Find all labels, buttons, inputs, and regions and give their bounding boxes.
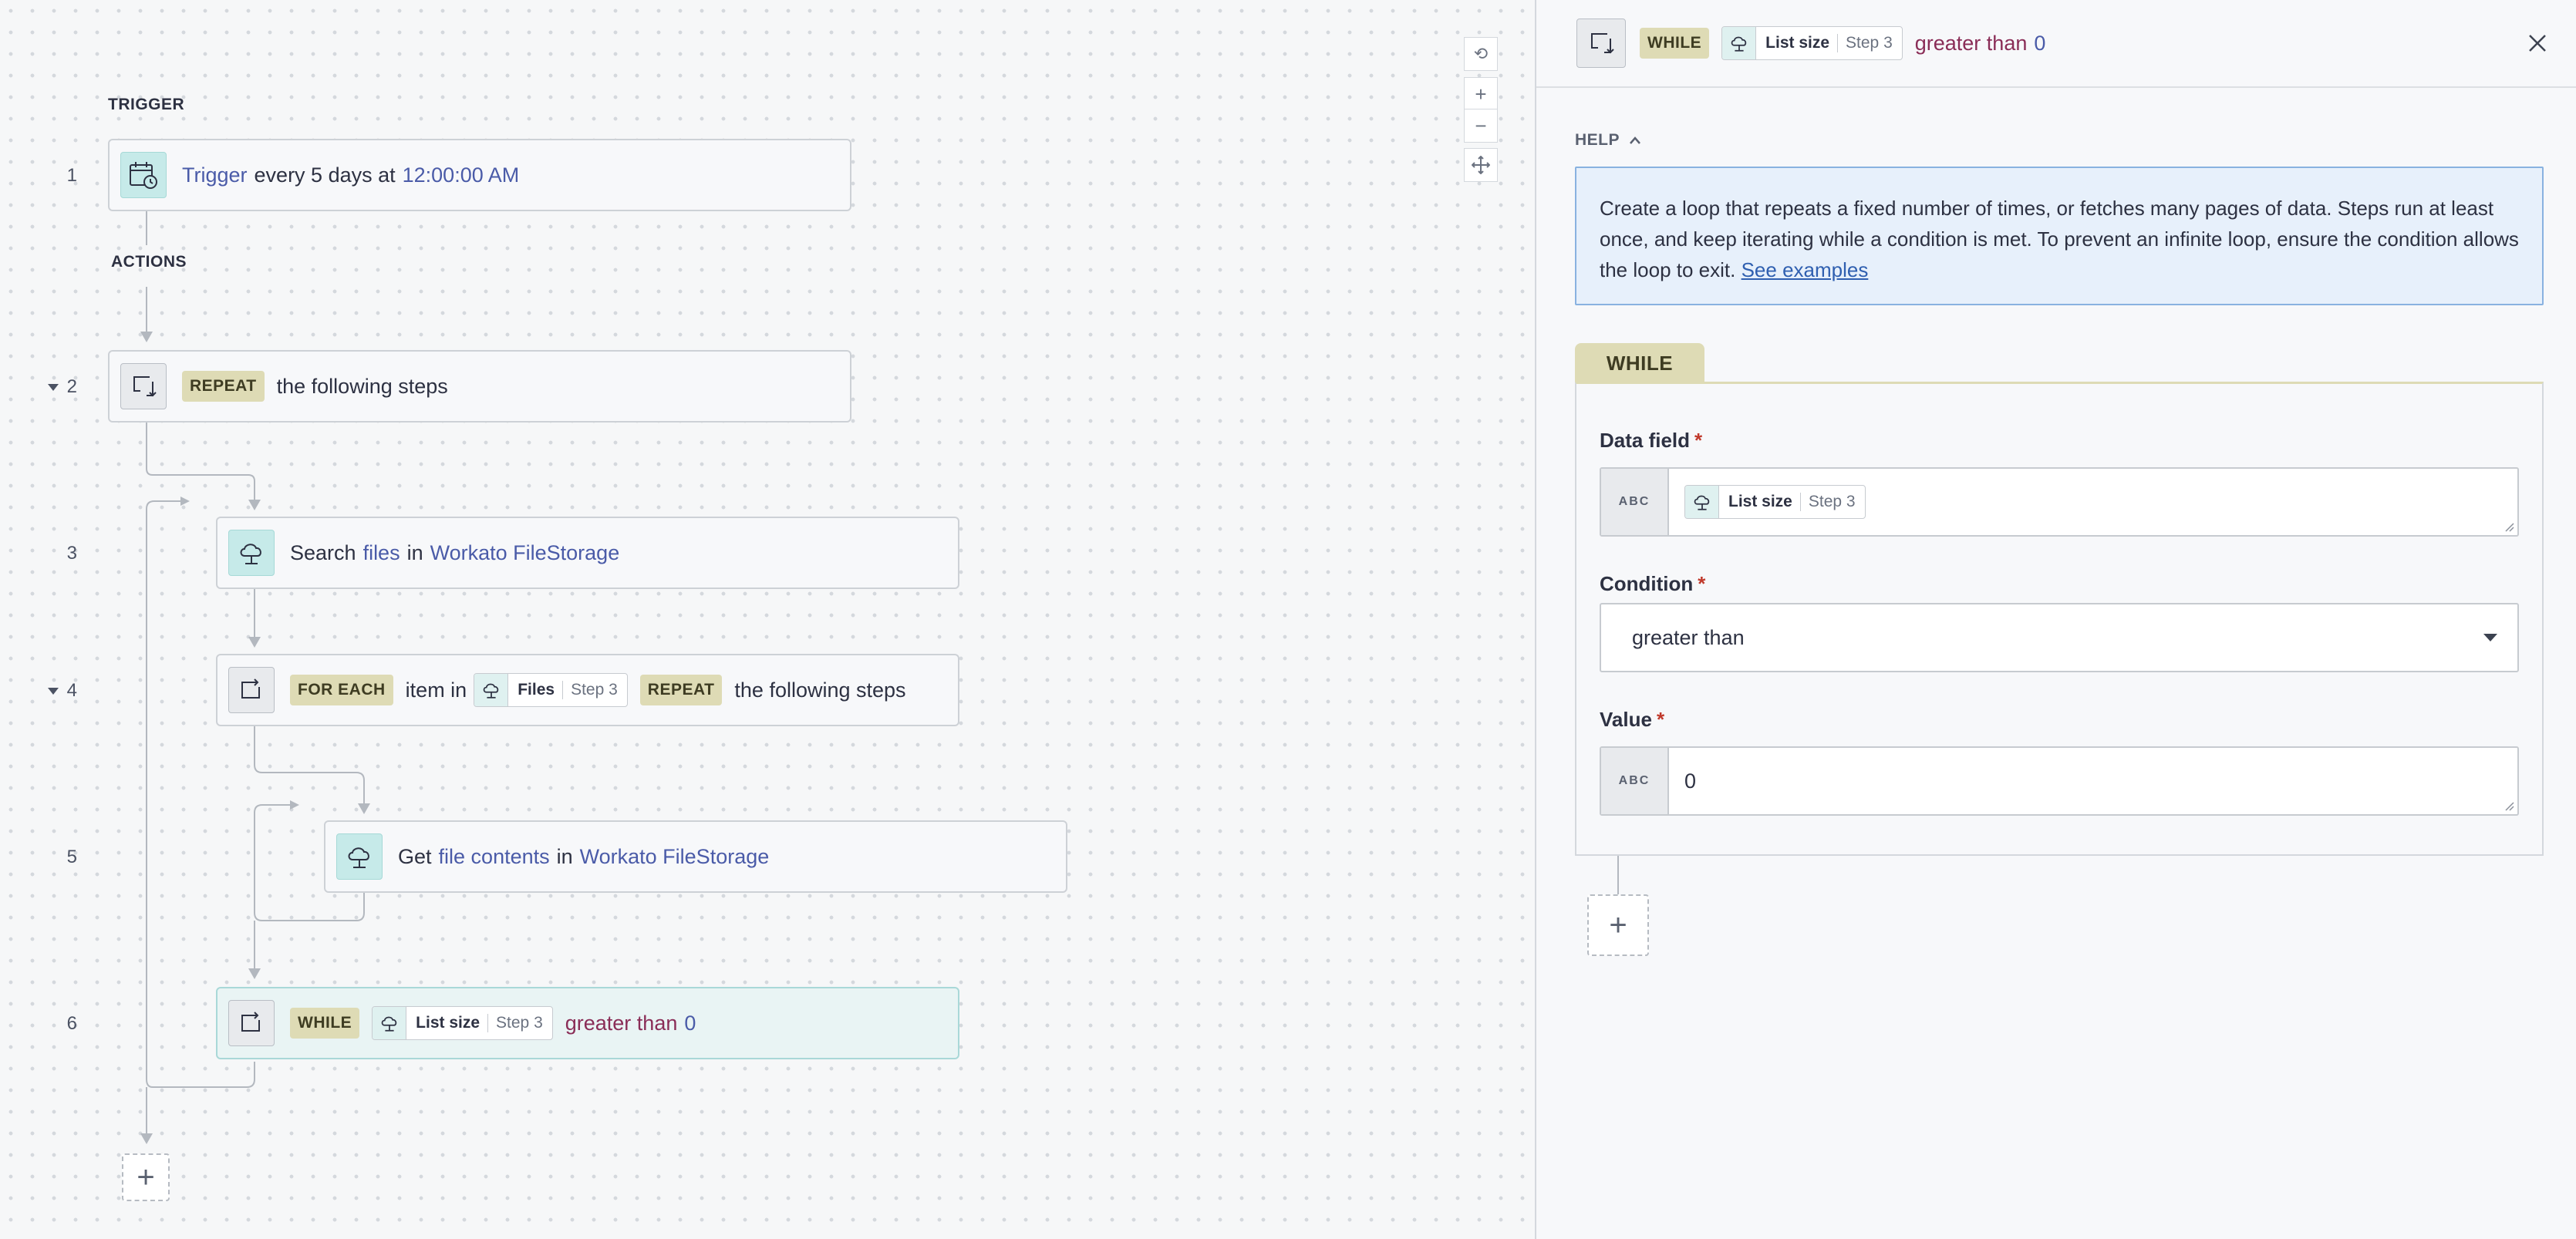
- step-repeat[interactable]: REPEAT the following steps: [108, 350, 851, 423]
- get-object-link[interactable]: file contents: [439, 845, 550, 869]
- line-number: 1: [66, 165, 77, 186]
- condition-selected-value: greater than: [1632, 625, 1745, 649]
- close-icon[interactable]: [2520, 26, 2554, 60]
- condition-label-text: Condition: [1600, 572, 1694, 595]
- help-label: HELP: [1575, 131, 1620, 149]
- data-field-datapill[interactable]: List size Step 3: [1684, 485, 1866, 519]
- line-number: 5: [66, 847, 77, 867]
- for-each-repeat-text: the following steps: [734, 678, 906, 702]
- panel-connector: [1617, 856, 1619, 896]
- type-badge: ABC: [1601, 469, 1669, 535]
- value-input-text: 0: [1684, 769, 1697, 793]
- while-tab: WHILE: [1575, 343, 1704, 383]
- loop-icon: [120, 363, 167, 409]
- chevron-down-icon: [2483, 634, 2497, 641]
- cloud-storage-icon: [474, 674, 509, 706]
- search-prep: in: [406, 540, 423, 564]
- reset-icon[interactable]: ⟲: [1464, 37, 1498, 71]
- loop-icon: [1576, 19, 1626, 68]
- loop-icon: [228, 667, 275, 713]
- calendar-clock-icon: [120, 152, 167, 198]
- line-number: 2: [66, 376, 77, 397]
- datapill-name: List size: [1728, 493, 1792, 510]
- required-marker: *: [1698, 572, 1706, 595]
- loop-icon: [228, 1000, 275, 1046]
- while-value: 0: [684, 1011, 696, 1035]
- cloud-storage-icon: [1722, 27, 1757, 59]
- help-text: Create a loop that repeats a fixed numbe…: [1600, 197, 2519, 281]
- trigger-time-link[interactable]: 12:00:00 AM: [403, 163, 520, 187]
- step-config-panel: WHILE List size Step 3 greater than 0 HE…: [1535, 0, 2576, 1239]
- header-while-keyword: WHILE: [1640, 28, 1710, 59]
- datapill-step: Step 3: [571, 681, 618, 699]
- recipe-canvas[interactable]: TRIGGER ACTIONS 1 2 3 4 5 6 Trigger ever…: [0, 0, 1535, 1239]
- cloud-storage-icon: [228, 530, 275, 576]
- trigger-section-label: TRIGGER: [108, 96, 185, 113]
- data-field-label-text: Data field: [1600, 429, 1691, 452]
- cloud-storage-icon: [1685, 486, 1719, 518]
- datapill-name: Files: [518, 681, 555, 699]
- line-number: 3: [66, 543, 77, 564]
- get-verb: Get: [398, 844, 432, 868]
- datapill-step: Step 3: [1808, 493, 1856, 510]
- repeat-keyword: REPEAT: [182, 371, 265, 402]
- search-app-link[interactable]: Workato FileStorage: [430, 541, 620, 565]
- trigger-schedule-text: every 5 days at: [254, 163, 396, 187]
- repeat-keyword: REPEAT: [639, 675, 723, 705]
- while-condition: greater than: [565, 1011, 678, 1035]
- line-number: 4: [66, 680, 77, 701]
- step-for-each[interactable]: FOR EACH item in Files Step 3 REPEAT the…: [216, 654, 959, 726]
- value-label-text: Value: [1600, 708, 1652, 731]
- datapill-step: Step 3: [1846, 34, 1893, 52]
- data-field-input[interactable]: ABC List size Step 3: [1600, 467, 2519, 537]
- required-marker: *: [1656, 708, 1665, 731]
- condition-label: Condition *: [1600, 572, 1705, 596]
- resize-grip-icon[interactable]: [2504, 521, 2514, 532]
- get-prep: in: [556, 844, 573, 868]
- actions-section-label: ACTIONS: [111, 253, 187, 271]
- search-object-link[interactable]: files: [363, 541, 400, 565]
- condition-select[interactable]: greater than: [1600, 603, 2519, 672]
- step-get-file-contents[interactable]: Get file contents in Workato FileStorage: [324, 820, 1067, 893]
- see-examples-link[interactable]: See examples: [1741, 258, 1869, 281]
- add-step-button[interactable]: +: [1587, 894, 1649, 956]
- panel-header: WHILE List size Step 3 greater than 0: [1536, 0, 2576, 88]
- trigger-app-link[interactable]: Trigger: [182, 163, 248, 187]
- repeat-text: the following steps: [276, 374, 448, 398]
- datapill-step: Step 3: [496, 1014, 543, 1032]
- data-field-label: Data field *: [1600, 429, 1702, 453]
- step-trigger[interactable]: Trigger every 5 days at 12:00:00 AM: [108, 139, 851, 211]
- zoom-in-icon[interactable]: +: [1464, 77, 1498, 111]
- get-app-link[interactable]: Workato FileStorage: [580, 845, 770, 869]
- header-datapill[interactable]: List size Step 3: [1721, 26, 1903, 60]
- header-value: 0: [2034, 31, 2046, 55]
- cloud-storage-icon: [373, 1007, 407, 1039]
- type-badge: ABC: [1601, 748, 1669, 814]
- datapill-name: List size: [1765, 34, 1830, 52]
- required-marker: *: [1694, 429, 1703, 452]
- fit-view-icon[interactable]: [1464, 148, 1498, 182]
- header-condition: greater than: [1914, 31, 2028, 55]
- data-field-pill-wrapper: List size Step 3: [1669, 485, 1878, 519]
- chevron-up-icon: [1629, 136, 1641, 145]
- for-each-text: item in: [405, 678, 467, 702]
- add-step-button[interactable]: +: [122, 1153, 170, 1201]
- for-each-keyword: FOR EACH: [290, 675, 393, 705]
- help-toggle[interactable]: HELP: [1575, 131, 1641, 150]
- zoom-out-icon[interactable]: −: [1464, 109, 1498, 143]
- search-verb: Search: [290, 540, 356, 564]
- datapill-list-size[interactable]: List size Step 3: [372, 1006, 553, 1040]
- resize-grip-icon[interactable]: [2504, 800, 2514, 811]
- datapill-name: List size: [416, 1014, 480, 1032]
- value-label: Value *: [1600, 708, 1664, 732]
- step-search-files[interactable]: Search files in Workato FileStorage: [216, 517, 959, 589]
- cloud-storage-icon: [336, 833, 383, 880]
- help-box: Create a loop that repeats a fixed numbe…: [1575, 167, 2544, 305]
- line-number: 6: [66, 1013, 77, 1034]
- value-input[interactable]: ABC 0: [1600, 746, 2519, 816]
- step-while[interactable]: WHILE List size Step 3 greater than 0: [216, 987, 959, 1059]
- while-keyword: WHILE: [290, 1008, 360, 1039]
- datapill-files[interactable]: Files Step 3: [474, 673, 628, 707]
